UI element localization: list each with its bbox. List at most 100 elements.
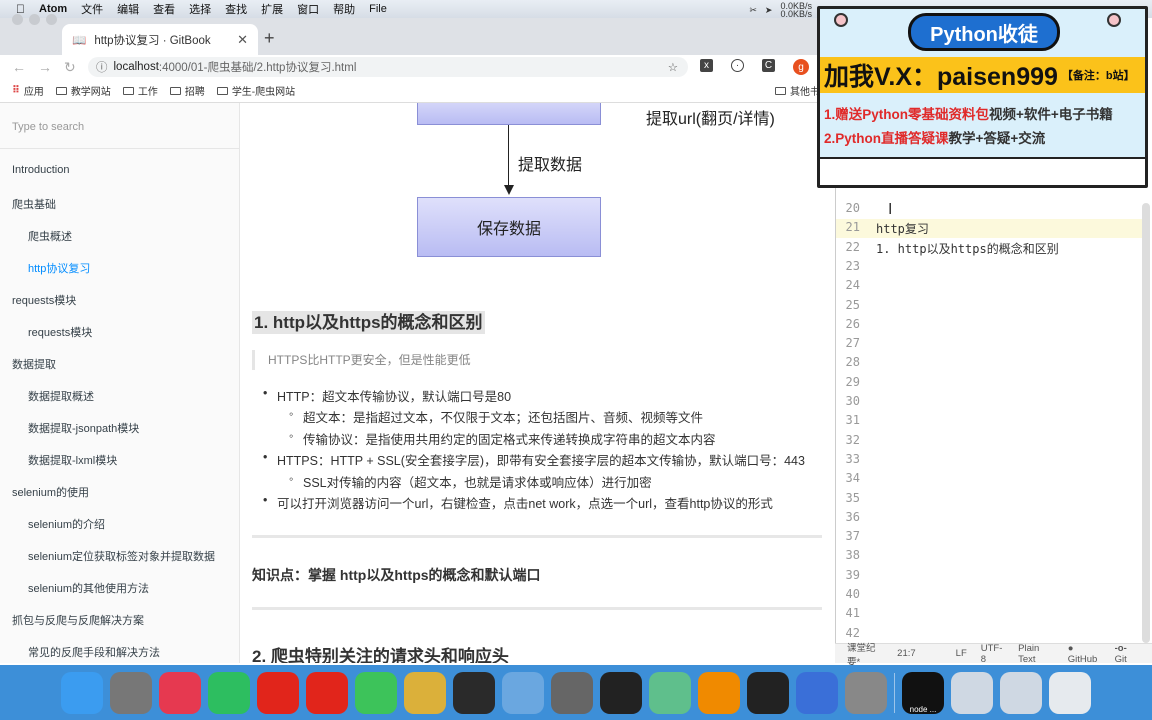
menu-item[interactable]: 窗口	[297, 1, 319, 17]
bookmark[interactable]: 工作	[122, 83, 158, 98]
bookmark[interactable]: 招聘	[169, 83, 205, 98]
evernote-icon[interactable]	[208, 671, 250, 714]
profile-avatar[interactable]: g	[793, 59, 809, 75]
parallels-icon[interactable]	[796, 671, 838, 714]
window-controls[interactable]	[12, 14, 57, 25]
info-icon[interactable]: ⓘ	[96, 59, 108, 75]
address-bar[interactable]: ⓘ localhost :4000/01-爬虫基础/2.http协议复习.htm…	[88, 57, 688, 77]
sidebar-item[interactable]: selenium定位获取标签对象并提取数据	[28, 548, 215, 564]
atom-editor[interactable]: 20 21 http复习 22 1. http以及https的概念和区别 23 24 25 26…	[835, 185, 1152, 663]
ad-title: Python收徒	[908, 13, 1060, 51]
window-thumbnail[interactable]	[951, 671, 993, 714]
menu-item[interactable]: 扩展	[261, 1, 283, 17]
sublime-icon[interactable]	[845, 671, 887, 714]
sidebar-item[interactable]: selenium的介绍	[28, 516, 105, 532]
sidebar-item[interactable]: 数据提取	[12, 356, 56, 372]
sidebar-item[interactable]: requests模块	[28, 324, 92, 340]
diagram-box-label: 保存数据	[476, 221, 541, 238]
send-icon[interactable]: ➤	[765, 5, 773, 16]
sidebar-item[interactable]: 抓包与反爬与反爬解决方案	[12, 612, 144, 628]
line-number: 29	[845, 374, 860, 389]
atom-icon[interactable]	[649, 671, 691, 714]
scissors-icon[interactable]: ✂	[749, 5, 757, 16]
sidebar-item[interactable]: 数据提取-lxml模块	[28, 452, 117, 468]
sidebar-item[interactable]: Introduction	[12, 164, 69, 176]
menu-item[interactable]: 查找	[225, 1, 247, 17]
status-file[interactable]: 课堂纪要*	[847, 640, 883, 668]
close-tab-icon[interactable]: ✕	[237, 32, 248, 48]
line-number: 30	[845, 394, 860, 408]
book-icon: 📖	[72, 34, 87, 47]
line-number: 20	[845, 201, 860, 215]
vlc-icon[interactable]	[698, 671, 740, 714]
window-thumbnail[interactable]	[1000, 671, 1042, 714]
star-icon[interactable]: ☆	[668, 60, 678, 74]
sidebar-item[interactable]: http协议复习	[28, 260, 90, 276]
search-input[interactable]: Type to search	[0, 103, 239, 149]
menu-item[interactable]: 查看	[153, 1, 175, 17]
browser-tab[interactable]: 📖 http协议复习 · GitBook ✕	[62, 24, 258, 55]
keynote-icon[interactable]	[502, 671, 544, 714]
status-grammar[interactable]: Plain Text	[1018, 643, 1054, 665]
status-tray: ✂ ➤ 0.0KB/s 0.0KB/s	[749, 2, 812, 19]
menu-item[interactable]: File	[369, 3, 387, 15]
finder-icon[interactable]	[61, 671, 103, 714]
line-number: 33	[845, 451, 860, 466]
sidebar-item[interactable]: selenium的其他使用方法	[28, 580, 149, 596]
line-number: 41	[845, 606, 860, 621]
extension-circle-icon[interactable]: ·	[731, 59, 744, 72]
node-window-thumbnail[interactable]: node ...	[902, 671, 944, 714]
sidebar-item[interactable]: requests模块	[12, 292, 76, 308]
trash-icon[interactable]	[1049, 671, 1091, 714]
code-line[interactable]: http复习	[876, 220, 929, 237]
url-host: localhost	[113, 61, 159, 73]
sidebar-item[interactable]: selenium的使用	[12, 484, 89, 500]
ad-overlay: Python收徒 加我V.X：paisen999 【备注：b站】 1.赠送Pyth…	[817, 6, 1148, 188]
extension-x-icon[interactable]: x	[700, 59, 713, 72]
youdao-icon[interactable]	[306, 671, 348, 714]
launchpad-icon[interactable]	[110, 671, 152, 714]
line-number: 28	[845, 355, 860, 370]
extension-c-icon[interactable]: C	[762, 59, 775, 72]
status-encoding[interactable]: UTF-8	[981, 643, 1004, 665]
bookmark[interactable]: 学生-爬虫网站	[216, 83, 295, 98]
sidebar-item[interactable]: 数据提取-jsonpath模块	[28, 420, 139, 436]
ad-line-1: 1.赠送Python零基础资料包视频+软件+电子书籍	[824, 107, 1113, 122]
terminal-icon[interactable]	[600, 671, 642, 714]
chrome-icon[interactable]	[404, 671, 446, 714]
mindnode-icon[interactable]	[355, 671, 397, 714]
dock: node ...	[0, 665, 1152, 720]
menu-item[interactable]: 文件	[81, 1, 103, 17]
pycharm-icon[interactable]	[453, 671, 495, 714]
netease-music-icon[interactable]	[257, 671, 299, 714]
diagram-arrow-label: 提取数据	[518, 157, 583, 174]
menu-item[interactable]: 编辑	[117, 1, 139, 17]
tab-title: http协议复习 · GitBook	[94, 34, 211, 47]
bookmark-apps[interactable]: ⠿ 应用	[12, 83, 44, 98]
text-cursor-icon: I	[888, 201, 893, 218]
sidebar-item[interactable]: 爬虫概述	[28, 228, 72, 244]
status-cursor[interactable]: 21:7	[897, 648, 916, 659]
menu-item[interactable]: 选择	[189, 1, 211, 17]
scrollbar[interactable]	[1142, 203, 1150, 643]
diagram-box-save: 保存数据	[417, 197, 601, 257]
line-number: 38	[845, 548, 860, 563]
new-tab-button[interactable]: +	[264, 28, 275, 49]
sidebar-item[interactable]: 数据提取概述	[28, 388, 94, 404]
reload-icon[interactable]: ↻	[64, 59, 76, 76]
code-line[interactable]: 1. http以及https的概念和区别	[876, 240, 1059, 257]
back-icon[interactable]: ←	[12, 59, 26, 75]
line-number: 22	[845, 239, 860, 254]
menu-item[interactable]: 帮助	[333, 1, 355, 17]
forward-icon[interactable]: →	[38, 59, 52, 75]
xmind-icon[interactable]	[159, 671, 201, 714]
system-preferences-icon[interactable]	[551, 671, 593, 714]
sidebar-item[interactable]: 爬虫基础	[12, 196, 56, 212]
pin-icon	[834, 13, 848, 27]
status-github[interactable]: ● GitHub	[1068, 643, 1101, 665]
status-line-ending[interactable]: LF	[956, 648, 967, 659]
status-git[interactable]: -o- Git	[1115, 643, 1138, 665]
obs-icon[interactable]	[747, 671, 789, 714]
bookmark[interactable]: 教学网站	[55, 83, 111, 98]
sidebar-item[interactable]: 常见的反爬手段和解决方法	[28, 644, 160, 660]
